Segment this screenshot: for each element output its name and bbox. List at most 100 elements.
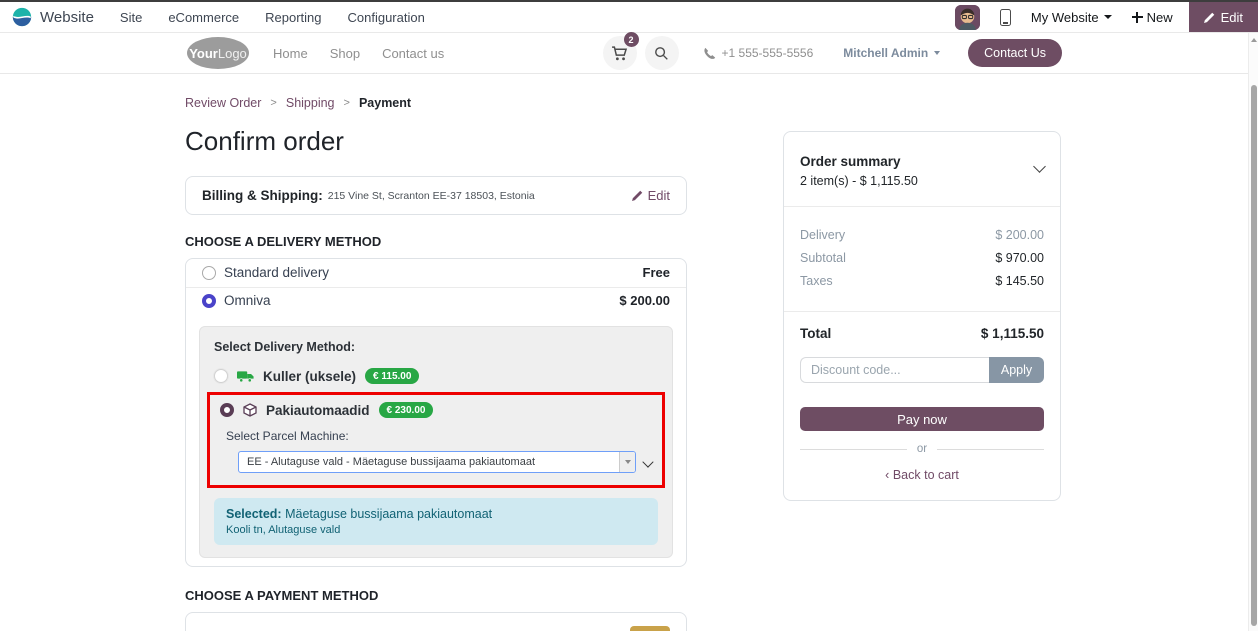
edit-button-label: Edit <box>1221 10 1243 25</box>
or-separator: or <box>800 443 1044 455</box>
chevron-down-icon <box>1104 15 1112 19</box>
breadcrumb-payment: Payment <box>359 96 411 110</box>
phone-icon <box>703 47 716 60</box>
nav-contact-us[interactable]: Contact us <box>382 46 444 61</box>
edit-address-link[interactable]: Edit <box>632 188 670 203</box>
price-badge-pakiautomaadid: € 230.00 <box>379 402 434 418</box>
delivery-option-standard[interactable]: Standard delivery Free <box>186 259 686 287</box>
radio-kuller[interactable] <box>214 369 228 383</box>
payment-option-demo[interactable]: Demo ⚠ <box>202 626 670 631</box>
back-to-cart-link[interactable]: ‹ Back to cart <box>784 468 1060 482</box>
logo-text-bold: Your <box>189 46 218 61</box>
total-label: Total <box>800 326 831 341</box>
radio-standard-delivery[interactable] <box>202 266 216 280</box>
breadcrumb-review-order[interactable]: Review Order <box>185 96 261 110</box>
mobile-preview-icon[interactable] <box>1000 9 1011 26</box>
new-button[interactable]: New <box>1132 10 1173 25</box>
chevron-down-icon <box>934 51 940 55</box>
nav-home[interactable]: Home <box>273 46 308 61</box>
apply-discount-button[interactable]: Apply <box>989 357 1044 383</box>
chevron-left-icon: ‹ <box>885 468 889 482</box>
picker-title: Select Delivery Method: <box>214 340 658 354</box>
chevron-down-icon[interactable] <box>642 456 653 467</box>
cart-button[interactable]: 2 <box>603 36 637 70</box>
selected-parcel-info: Selected: Mäetaguse bussijaama pakiautom… <box>214 498 658 545</box>
site-logo[interactable]: YourLogo <box>187 37 249 69</box>
logo-text-light: Logo <box>218 46 247 61</box>
breadcrumb-separator: > <box>270 97 276 109</box>
payment-method-card: Demo ⚠ Payment Details (test data) Payme… <box>185 612 687 631</box>
parcel-machine-select[interactable]: EE - Alutaguse vald - Mäetaguse bussijaa… <box>238 451 636 473</box>
menu-reporting[interactable]: Reporting <box>265 10 321 25</box>
delivery-option-omniva[interactable]: Omniva $ 200.00 <box>186 287 686 315</box>
summary-row-value: $ 145.50 <box>995 274 1044 288</box>
billing-shipping-card: Billing & Shipping: 215 Vine St, Scranto… <box>185 176 687 215</box>
method-option-kuller[interactable]: Kuller (uksele) € 115.00 <box>214 364 658 388</box>
edit-address-label: Edit <box>648 188 670 203</box>
app-name[interactable]: Website <box>40 9 94 26</box>
order-summary-title: Order summary <box>800 154 918 169</box>
pencil-icon <box>1204 12 1215 23</box>
user-avatar[interactable] <box>955 5 980 30</box>
summary-total-row: Total $ 1,115.50 <box>784 312 1060 345</box>
selected-parcel-address: Kooli tn, Alutaguse vald <box>226 524 646 536</box>
caret-down-icon <box>625 460 631 464</box>
back-to-cart-label: Back to cart <box>893 468 959 482</box>
user-menu[interactable]: Mitchell Admin <box>843 46 940 60</box>
radio-pakiautomaadid[interactable] <box>220 403 234 417</box>
parcel-box-icon <box>243 403 257 417</box>
billing-address: 215 Vine St, Scranton EE-37 18503, Eston… <box>328 190 535 202</box>
selected-method-highlight: Pakiautomaadid € 230.00 Select Parcel Ma… <box>207 392 665 488</box>
menu-configuration[interactable]: Configuration <box>348 10 425 25</box>
discount-code-input[interactable] <box>800 357 989 383</box>
website-switcher[interactable]: My Website <box>1031 10 1112 25</box>
backend-menubar: Website Site eCommerce Reporting Configu… <box>0 2 1258 33</box>
order-summary-card: Order summary 2 item(s) - $ 1,115.50 Del… <box>783 131 1061 501</box>
parcel-machine-label: Select Parcel Machine: <box>226 429 652 443</box>
page-title: Confirm order <box>185 126 687 157</box>
nav-shop[interactable]: Shop <box>330 46 360 61</box>
billing-label: Billing & Shipping: <box>202 188 323 203</box>
breadcrumb-shipping[interactable]: Shipping <box>286 96 335 110</box>
summary-row-value: $ 970.00 <box>995 251 1044 265</box>
menu-site[interactable]: Site <box>120 10 142 25</box>
site-nav: Home Shop Contact us <box>273 46 444 61</box>
scroll-up-arrow-icon[interactable] <box>1251 38 1257 42</box>
delivery-method-picker: Select Delivery Method: Kuller (uksele) … <box>199 326 673 558</box>
breadcrumb-separator: > <box>344 97 350 109</box>
delivery-option-price: Free <box>643 265 670 280</box>
method-option-pakiautomaadid[interactable]: Pakiautomaadid € 230.00 <box>220 398 652 422</box>
scrollbar-thumb[interactable] <box>1251 85 1258 626</box>
radio-omniva[interactable] <box>202 294 216 308</box>
summary-row-subtotal: Subtotal $ 970.00 <box>800 251 1044 265</box>
method-name-pakiautomaadid: Pakiautomaadid <box>266 403 370 418</box>
truck-icon <box>237 370 254 383</box>
pay-now-button[interactable]: Pay now <box>800 407 1044 431</box>
payment-section-title: CHOOSE A PAYMENT METHOD <box>185 588 687 603</box>
user-name: Mitchell Admin <box>843 46 928 60</box>
summary-row-label: Delivery <box>800 228 845 242</box>
phone-number: +1 555-555-5556 <box>722 46 814 60</box>
website-app-icon[interactable] <box>12 7 32 27</box>
edit-button[interactable]: Edit <box>1189 2 1258 32</box>
phone-link[interactable]: +1 555-555-5556 <box>703 46 814 60</box>
page-scrollbar[interactable] <box>1248 33 1258 631</box>
site-header: YourLogo Home Shop Contact us 2 +1 555-5… <box>0 33 1258 74</box>
search-button[interactable] <box>645 36 679 70</box>
summary-row-delivery: Delivery $ 200.00 <box>800 228 1044 242</box>
pencil-icon <box>632 190 643 201</box>
selected-parcel-name: Mäetaguse bussijaama pakiautomaat <box>285 507 492 521</box>
parcel-machine-value: EE - Alutaguse vald - Mäetaguse bussijaa… <box>239 456 619 468</box>
credit-card-icon <box>630 626 670 631</box>
search-icon <box>654 46 669 61</box>
summary-toggle-chevron-icon[interactable] <box>1033 160 1046 173</box>
contact-us-button[interactable]: Contact Us <box>968 39 1062 67</box>
order-summary-items: 2 item(s) - $ 1,115.50 <box>800 174 918 188</box>
price-badge-kuller: € 115.00 <box>365 368 419 384</box>
breadcrumb: Review Order > Shipping > Payment <box>185 74 687 110</box>
select-arrow-box[interactable] <box>619 452 635 472</box>
summary-row-label: Taxes <box>800 274 833 288</box>
plus-icon <box>1132 12 1143 23</box>
cart-count-badge: 2 <box>624 32 639 47</box>
menu-ecommerce[interactable]: eCommerce <box>168 10 239 25</box>
